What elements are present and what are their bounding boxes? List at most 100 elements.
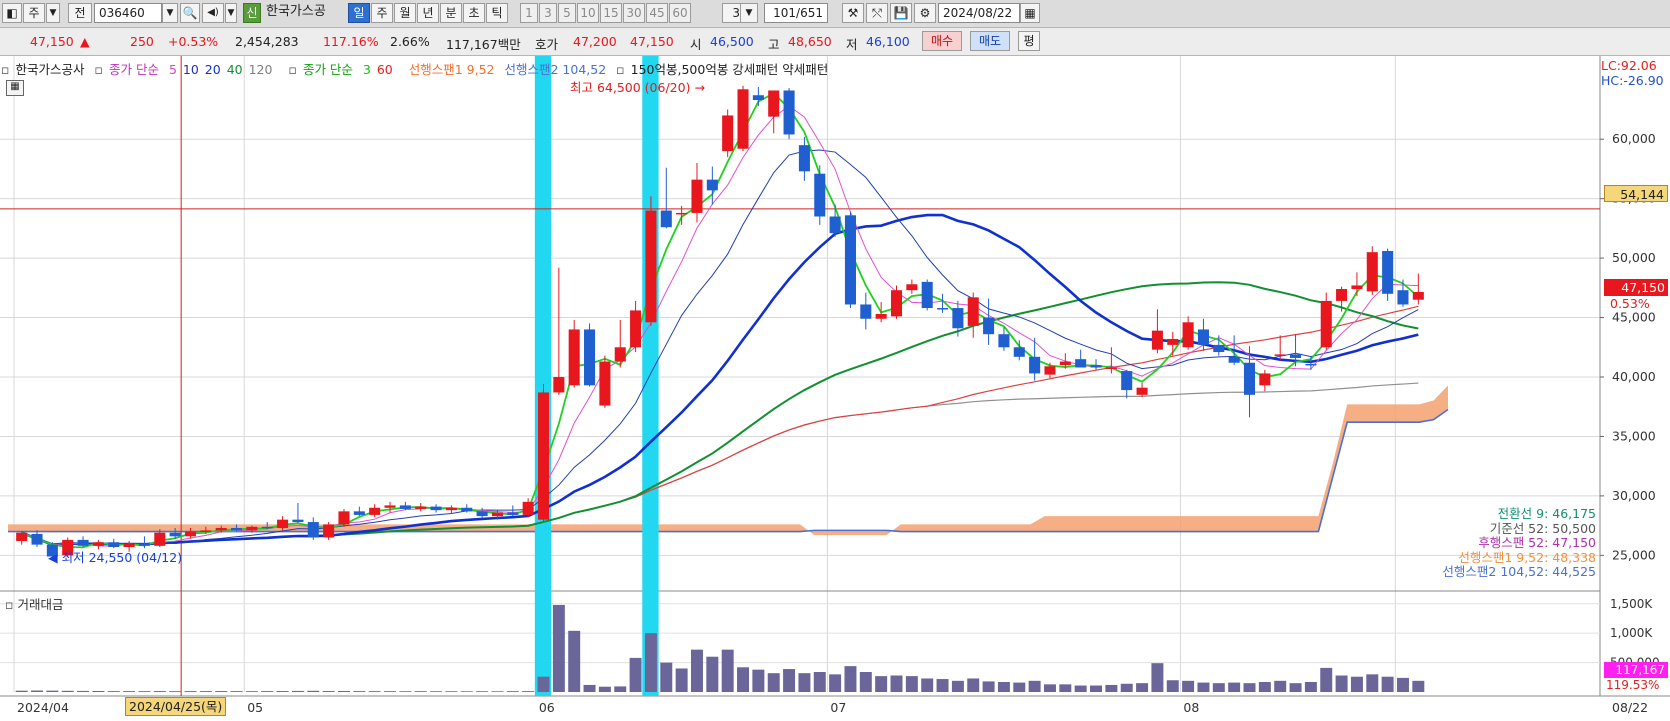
- volume-bar: [675, 668, 688, 692]
- interval-button-1[interactable]: 1: [520, 3, 538, 23]
- save-icon[interactable]: 💾: [890, 3, 912, 23]
- legend-bullet-icon: ▫: [5, 597, 14, 612]
- volume-bar: [123, 691, 136, 692]
- y-tick-label: 45,000: [1612, 310, 1656, 325]
- unit-tab-년[interactable]: 년: [417, 3, 439, 23]
- volume-bar: [1335, 675, 1348, 692]
- volume-bar: [721, 649, 734, 692]
- period-select[interactable]: 주: [23, 3, 45, 23]
- interval-button-60[interactable]: 60: [669, 3, 691, 23]
- open-price: 46,500: [710, 34, 754, 49]
- legend-bullet-icon: ▫: [94, 62, 103, 77]
- volume-bar: [537, 676, 550, 692]
- interval-button-30[interactable]: 30: [623, 3, 645, 23]
- candle-body: [890, 290, 903, 317]
- chevron-down-icon[interactable]: ▼: [46, 3, 60, 23]
- candle-body: [937, 308, 949, 310]
- last-pct-tag: 0.53%: [1610, 296, 1650, 311]
- candle-body: [1305, 363, 1317, 366]
- date-input[interactable]: 2024/08/22: [938, 3, 1020, 23]
- gear-icon[interactable]: ⚙: [914, 3, 936, 23]
- volume-tick-label: 1,000K: [1610, 626, 1653, 640]
- volume-bar: [153, 691, 166, 692]
- volume-bar: [31, 690, 44, 692]
- chart-layout-icon[interactable]: ◧: [2, 3, 22, 23]
- draw-tool-icon[interactable]: ⚒: [842, 3, 864, 23]
- candle-body: [691, 179, 703, 213]
- crosshair-price-tag: 54,144: [1604, 185, 1668, 202]
- candle-body: [1013, 347, 1025, 357]
- volume-bar: [1120, 683, 1133, 692]
- unit-tab-일[interactable]: 일: [348, 3, 370, 23]
- table-view-icon[interactable]: ▦: [6, 80, 24, 96]
- candle-body: [154, 532, 166, 546]
- volume-bar: [199, 691, 212, 692]
- candle-body: [875, 313, 887, 319]
- high-price: 48,650: [788, 34, 832, 49]
- volume-bar: [215, 691, 228, 692]
- x-tick-label: 08/22: [1612, 700, 1648, 715]
- candle-body: [844, 215, 856, 305]
- legend-stock-name: 한국가스공사: [15, 62, 85, 77]
- volume-bar: [522, 691, 535, 692]
- candle-body: [215, 527, 227, 531]
- open-label: 시: [690, 37, 702, 52]
- change: 250: [130, 34, 154, 49]
- candle-body: [1397, 290, 1409, 305]
- unit-tab-틱[interactable]: 틱: [486, 3, 508, 23]
- speaker-dropdown-icon[interactable]: ▼: [225, 3, 237, 23]
- interval-dropdown-icon[interactable]: ▼: [740, 3, 758, 23]
- candle-body: [200, 530, 212, 532]
- volume-bar: [169, 691, 182, 692]
- candle-body: [1228, 356, 1240, 363]
- volume-bar: [414, 691, 427, 692]
- interval-button-45[interactable]: 45: [646, 3, 668, 23]
- volume-bar: [230, 691, 243, 692]
- candle-body: [737, 89, 749, 149]
- low-price: 46,100: [866, 34, 910, 49]
- calendar-icon[interactable]: ▦: [1020, 3, 1040, 23]
- candle-body: [1336, 289, 1348, 301]
- volume-bar: [77, 690, 90, 692]
- volume-bar: [598, 686, 611, 692]
- candle-body: [399, 505, 411, 509]
- interval-button-15[interactable]: 15: [600, 3, 622, 23]
- price-chart[interactable]: 1,500K1,000K500,00025,00030,00035,00040,…: [0, 56, 1670, 721]
- up-arrow-icon: ▲: [80, 34, 90, 49]
- volume-bar: [445, 691, 458, 692]
- quote-bar: 47,150 ▲ 250 +0.53% 2,454,283 117.16% 2.…: [0, 28, 1670, 56]
- ichimoku-line: 선행스팬1 9,52: 48,338: [1458, 549, 1596, 565]
- eval-button[interactable]: 평: [1018, 31, 1040, 51]
- unit-tab-월[interactable]: 월: [394, 3, 416, 23]
- speaker-icon[interactable]: ◀): [202, 3, 224, 23]
- volume-bar: [384, 691, 397, 692]
- search-icon[interactable]: 🔍: [180, 3, 200, 23]
- x-tick-label: 06: [539, 700, 555, 715]
- volume-bar: [1350, 676, 1363, 692]
- prev-button[interactable]: 전: [68, 3, 92, 23]
- interval-button-10[interactable]: 10: [577, 3, 599, 23]
- unit-tab-분[interactable]: 분: [440, 3, 462, 23]
- buy-button[interactable]: 매수: [922, 31, 962, 51]
- volume-bar: [706, 656, 719, 692]
- code-dropdown-icon[interactable]: ▼: [162, 3, 178, 23]
- volume-bar: [184, 691, 197, 692]
- volume-bar: [291, 690, 304, 692]
- crosshair-date-tag: 2024/04/25(목): [125, 697, 227, 716]
- candle-body: [369, 507, 381, 515]
- candle-body: [277, 519, 289, 528]
- volume-bar: [813, 672, 826, 692]
- candle-body: [998, 334, 1010, 348]
- sell-button[interactable]: 매도: [970, 31, 1010, 51]
- interval-button-3[interactable]: 3: [539, 3, 557, 23]
- candle-body: [16, 532, 28, 542]
- volume-bar: [583, 684, 596, 692]
- trend-tool-icon[interactable]: ⤲: [866, 3, 888, 23]
- interval-button-5[interactable]: 5: [558, 3, 576, 23]
- x-tick-label: 08: [1183, 700, 1199, 715]
- unit-tab-주[interactable]: 주: [371, 3, 393, 23]
- unit-tab-초[interactable]: 초: [463, 3, 485, 23]
- volume-bar: [138, 691, 151, 692]
- code-input[interactable]: 036460: [94, 3, 162, 23]
- candle-body: [338, 511, 350, 525]
